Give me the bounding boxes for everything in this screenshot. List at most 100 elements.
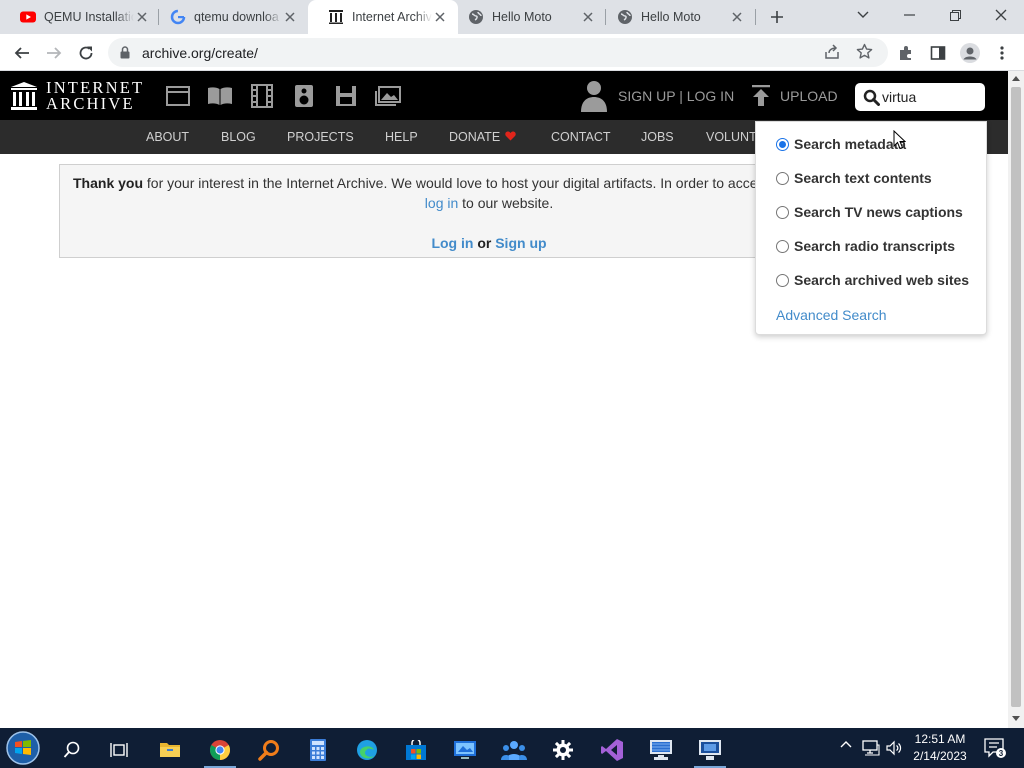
video-film-icon[interactable] [249, 83, 275, 109]
globe-icon [468, 9, 484, 25]
store-button[interactable] [396, 732, 436, 768]
images-icon[interactable] [375, 83, 401, 109]
close-tab-icon[interactable] [580, 9, 596, 25]
logo-line2: ARCHIVE [46, 94, 135, 113]
tab-title: QEMU Installatio [44, 10, 134, 24]
forward-button[interactable] [40, 39, 68, 67]
radio[interactable] [776, 205, 789, 219]
option-label: Search TV news captions [794, 204, 963, 220]
network-icon[interactable] [862, 740, 880, 756]
search-option-metadata[interactable]: Search metadata [776, 136, 906, 152]
signup-button[interactable]: Sign up [495, 235, 546, 251]
audio-speaker-icon[interactable] [291, 83, 317, 109]
magnifier-button[interactable] [249, 732, 289, 768]
search-icon [63, 741, 80, 758]
radio[interactable] [776, 273, 789, 287]
task-view-button[interactable] [99, 732, 139, 768]
visual-studio-button[interactable] [592, 732, 632, 768]
chrome-menu-button[interactable] [988, 39, 1016, 67]
task-view-icon [110, 743, 128, 757]
chevron-down-icon [857, 11, 869, 18]
nav-projects[interactable]: PROJECTS [287, 130, 354, 144]
close-tab-icon[interactable] [134, 9, 150, 25]
ia-header: INTERNET ARCHIVE SIGN UP | LOG IN UPLOAD [0, 71, 1008, 120]
notifications-icon[interactable]: 3 [984, 738, 1006, 758]
texts-book-icon[interactable] [207, 83, 233, 109]
edge-button[interactable] [347, 732, 387, 768]
nav-help[interactable]: HELP [385, 130, 418, 144]
upload-icon[interactable] [751, 85, 771, 107]
search-box[interactable] [855, 83, 985, 111]
search-option-web[interactable]: Search archived web sites [776, 272, 969, 288]
user-icon[interactable] [580, 79, 608, 113]
bookmark-star-icon[interactable] [856, 43, 873, 60]
remote-desktop-button[interactable] [445, 732, 485, 768]
qemu-taskbar-button[interactable] [690, 732, 730, 768]
tab-search-button[interactable] [840, 0, 886, 30]
scrollbar-thumb[interactable] [1011, 87, 1021, 707]
page-scrollbar[interactable] [1008, 71, 1024, 728]
restore-button[interactable] [932, 0, 978, 30]
reload-button[interactable] [72, 39, 100, 67]
close-window-button[interactable] [978, 0, 1024, 30]
share-icon[interactable] [824, 44, 840, 60]
notice-login-link[interactable]: log in [425, 195, 458, 211]
nav-contact[interactable]: CONTACT [551, 130, 611, 144]
web-media-icon[interactable] [165, 83, 191, 109]
advanced-search-link[interactable]: Advanced Search [776, 307, 887, 323]
tab-title: Hello Moto [641, 10, 701, 24]
lock-icon[interactable] [120, 46, 130, 59]
close-tab-icon[interactable] [432, 9, 448, 25]
tray-overflow-icon[interactable] [840, 740, 852, 748]
nav-about[interactable]: ABOUT [146, 130, 189, 144]
chrome-taskbar-button[interactable] [200, 732, 240, 768]
calculator-button[interactable] [298, 732, 338, 768]
or-text: or [477, 235, 492, 251]
search-option-text[interactable]: Search text contents [776, 170, 932, 186]
taskbar-clock[interactable]: 12:51 AM 2/14/2023 [905, 731, 975, 765]
browser-tab[interactable]: Hello Moto [448, 0, 606, 34]
google-icon [170, 9, 186, 25]
volume-icon[interactable] [886, 740, 902, 756]
upload-link[interactable]: UPLOAD [780, 88, 838, 104]
start-button[interactable] [3, 730, 43, 766]
close-tab-icon[interactable] [282, 9, 298, 25]
close-tab-icon[interactable] [729, 9, 745, 25]
nav-donate[interactable]: DONATE [449, 130, 500, 144]
radio[interactable] [776, 239, 789, 253]
people-button[interactable] [494, 732, 534, 768]
network-app-button[interactable] [641, 732, 681, 768]
file-explorer-button[interactable] [150, 732, 190, 768]
arrow-left-icon [14, 47, 29, 59]
ia-logo[interactable]: INTERNET ARCHIVE [10, 79, 144, 113]
search-taskbar-button[interactable] [52, 732, 92, 768]
search-input[interactable] [882, 87, 977, 107]
signup-login-link[interactable]: SIGN UP | LOG IN [618, 88, 734, 104]
side-panel-button[interactable] [924, 39, 952, 67]
profile-button[interactable] [956, 39, 984, 67]
browser-tab-active[interactable]: Internet Archive [308, 0, 458, 34]
new-tab-button[interactable] [766, 6, 788, 28]
nav-volunteer[interactable]: VOLUNT [706, 130, 757, 144]
browser-tab[interactable]: QEMU Installatio [0, 0, 160, 34]
login-button[interactable]: Log in [431, 235, 473, 251]
minimize-button[interactable] [886, 0, 932, 30]
browser-tab[interactable]: qtemu downloa [150, 0, 308, 34]
search-option-radio[interactable]: Search radio transcripts [776, 238, 955, 254]
nav-jobs[interactable]: JOBS [641, 130, 674, 144]
settings-button[interactable] [543, 732, 583, 768]
radio-checked[interactable] [776, 137, 789, 151]
browser-tab[interactable]: Hello Moto [597, 0, 755, 34]
software-floppy-icon[interactable] [333, 83, 359, 109]
address-bar[interactable]: archive.org/create/ [108, 38, 888, 67]
scroll-down-icon[interactable] [1012, 716, 1020, 721]
radio[interactable] [776, 171, 789, 185]
search-option-tv[interactable]: Search TV news captions [776, 204, 963, 220]
extensions-button[interactable] [892, 39, 920, 67]
avatar-icon [960, 43, 980, 63]
svg-text:3: 3 [999, 749, 1004, 758]
nav-blog[interactable]: BLOG [221, 130, 256, 144]
back-button[interactable] [8, 39, 36, 67]
search-icon[interactable] [863, 89, 880, 106]
scroll-up-icon[interactable] [1012, 76, 1020, 81]
